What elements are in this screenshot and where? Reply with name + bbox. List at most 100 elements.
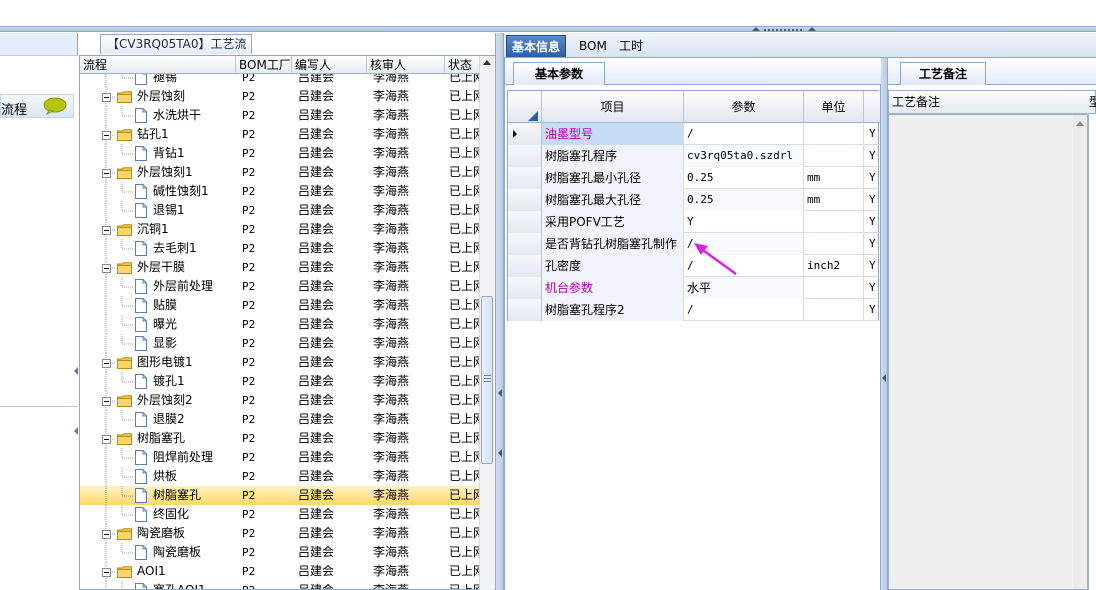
tree-row[interactable]: 树脂塞孔 P2 吕建会 李海燕 已上网 — [80, 486, 480, 505]
tree-row[interactable]: 阻焊前处理 P2 吕建会 李海燕 已上网 — [80, 448, 480, 467]
collapse-minus-icon[interactable] — [102, 169, 111, 178]
tree-row[interactable]: 曝光 P2 吕建会 李海燕 已上网 — [80, 315, 480, 334]
folder-icon — [117, 433, 132, 445]
col-header-unit[interactable]: 单位 — [804, 91, 864, 123]
collapse-minus-icon[interactable] — [102, 435, 111, 444]
tree-row[interactable]: 外层蚀刻 P2 吕建会 李海燕 已上网 — [80, 87, 480, 106]
collapse-minus-icon[interactable] — [102, 568, 111, 577]
tree-row[interactable]: 烘板 P2 吕建会 李海燕 已上网 — [80, 467, 480, 486]
row-header[interactable] — [508, 233, 542, 255]
cell-value[interactable]: Y — [684, 211, 804, 233]
right-splitter[interactable] — [881, 58, 888, 590]
scroll-thumb[interactable] — [481, 296, 493, 464]
param-row[interactable]: 树脂塞孔程序 cv3rq05ta0.szdrl Y — [508, 145, 880, 167]
select-all-icon[interactable] — [528, 111, 538, 121]
top-splitter[interactable] — [0, 26, 1096, 32]
tree-row[interactable]: 终固化 P2 吕建会 李海燕 已上网 — [80, 505, 480, 524]
col-header-writer[interactable]: 编写人 — [292, 56, 367, 74]
tree-row[interactable]: 沉铜1 P2 吕建会 李海燕 已上网 — [80, 220, 480, 239]
tree-row[interactable]: 钻孔1 P2 吕建会 李海燕 已上网 — [80, 125, 480, 144]
cell-value[interactable]: 水平 — [684, 277, 804, 299]
nav-item-process[interactable]: 流程 — [0, 94, 74, 118]
notes-scrollbar[interactable] — [1073, 115, 1087, 589]
col-header-status[interactable]: 状态 — [445, 56, 480, 74]
row-header[interactable] — [508, 299, 542, 321]
collapse-up-icon[interactable] — [752, 27, 760, 31]
tab-basic-info[interactable]: 基本信息 — [506, 35, 567, 57]
tree-row[interactable]: 陶瓷磨板 P2 吕建会 李海燕 已上网 — [80, 524, 480, 543]
row-header[interactable] — [508, 167, 542, 189]
tab-work-hours[interactable]: 工时 — [614, 35, 648, 57]
tree-row[interactable]: 去毛刺1 P2 吕建会 李海燕 已上网 — [80, 239, 480, 258]
tree-row[interactable]: 退锡1 P2 吕建会 李海燕 已上网 — [80, 201, 480, 220]
collapse-left-icon[interactable] — [498, 449, 502, 457]
col-header-process[interactable]: 流程 — [80, 56, 236, 74]
cell-value[interactable]: cv3rq05ta0.szdrl — [684, 145, 804, 167]
param-row[interactable]: 油墨型号 / Y — [508, 123, 880, 145]
cell-value[interactable]: / — [684, 299, 804, 321]
param-row[interactable]: 树脂塞孔最大孔径 0.25 mm Y — [508, 189, 880, 211]
collapse-left-icon[interactable] — [882, 374, 886, 382]
col-header-item[interactable]: 项目 — [542, 91, 684, 123]
tree-row[interactable]: 外层前处理 P2 吕建会 李海燕 已上网 — [80, 277, 480, 296]
tree-row[interactable]: 退膜2 P2 吕建会 李海燕 已上网 — [80, 410, 480, 429]
tab-basic-params[interactable]: 基本参数 — [513, 62, 605, 85]
collapse-minus-icon[interactable] — [102, 397, 111, 406]
collapse-left-icon[interactable] — [74, 427, 78, 435]
tree-node: 贴膜 — [80, 296, 236, 315]
collapse-left-icon[interactable] — [74, 367, 78, 375]
basic-params-panel: 基本参数 项目 参数 单位 油墨型号 / Y 树脂塞孔程序 cv3rq05ta0.szd… — [504, 58, 882, 590]
tree-row[interactable]: 外层干膜 P2 吕建会 李海燕 已上网 — [80, 258, 480, 277]
row-header[interactable] — [508, 255, 542, 277]
scroll-up-icon[interactable] — [1076, 121, 1084, 126]
notes-textarea[interactable] — [888, 114, 1088, 590]
tree-row[interactable]: 图形电镀1 P2 吕建会 李海燕 已上网 — [80, 353, 480, 372]
collapse-up-icon[interactable] — [808, 27, 816, 31]
collapse-minus-icon[interactable] — [102, 226, 111, 235]
col-header-value[interactable]: 参数 — [684, 91, 804, 123]
tree-row[interactable]: 镀孔1 P2 吕建会 李海燕 已上网 — [80, 372, 480, 391]
param-row[interactable]: 采用POFV工艺 Y Y — [508, 211, 880, 233]
cell-reviewer: 李海燕 — [373, 165, 410, 179]
row-header[interactable] — [508, 123, 542, 145]
cell-unit — [804, 233, 864, 255]
tree-connector-icon — [105, 543, 134, 562]
collapse-minus-icon[interactable] — [102, 359, 111, 368]
collapse-minus-icon[interactable] — [102, 530, 111, 539]
tree-row[interactable]: 外层蚀刻1 P2 吕建会 李海燕 已上网 — [80, 163, 480, 182]
row-header[interactable] — [508, 145, 542, 167]
tree-row[interactable]: AOI1 P2 吕建会 李海燕 已上网 — [80, 562, 480, 581]
tree-row[interactable]: 陶瓷磨板 P2 吕建会 李海燕 已上网 — [80, 543, 480, 562]
tree-row[interactable]: 显影 P2 吕建会 李海燕 已上网 — [80, 334, 480, 353]
collapse-minus-icon[interactable] — [102, 131, 111, 140]
process-flow-tab[interactable]: 【CV3RQ05TA0】工艺流程 — [100, 34, 252, 69]
tree-scrollbar[interactable] — [479, 56, 494, 590]
row-header[interactable] — [508, 189, 542, 211]
tree-row[interactable]: 贴膜 P2 吕建会 李海燕 已上网 — [80, 296, 480, 315]
scroll-up-icon[interactable] — [483, 60, 491, 65]
tree-row[interactable]: 碱性蚀刻1 P2 吕建会 李海燕 已上网 — [80, 182, 480, 201]
tree-row[interactable]: 塞孔AOI1 P2 吕建会 李海燕 已上网 — [80, 581, 480, 589]
tree-row[interactable]: 褪锡 P2 吕建会 李海燕 已上网 — [80, 74, 480, 87]
cell-value[interactable]: 0.25 — [684, 167, 804, 189]
row-header[interactable] — [508, 211, 542, 233]
tab-bom[interactable]: BOM — [574, 35, 612, 57]
param-row[interactable]: 树脂塞孔最小孔径 0.25 mm Y — [508, 167, 880, 189]
col-header-reviewer[interactable]: 核审人 — [367, 56, 445, 74]
tree-row[interactable]: 外层蚀刻2 P2 吕建会 李海燕 已上网 — [80, 391, 480, 410]
param-row[interactable]: 树脂塞孔程序2/ Y — [508, 299, 880, 321]
col-header-bom-factory[interactable]: BOM工厂 — [236, 56, 292, 74]
tab-process-notes[interactable]: 工艺备注 — [900, 62, 986, 85]
cell-value[interactable]: / — [684, 123, 804, 145]
middle-splitter[interactable] — [495, 33, 504, 590]
collapse-left-icon[interactable] — [498, 389, 502, 397]
tree-node-label: 图形电镀1 — [137, 355, 193, 369]
collapse-minus-icon[interactable] — [102, 93, 111, 102]
tree-row[interactable]: 树脂塞孔 P2 吕建会 李海燕 已上网 — [80, 429, 480, 448]
collapse-minus-icon[interactable] — [102, 264, 111, 273]
param-row[interactable]: 机台参数 水平 Y — [508, 277, 880, 299]
row-header[interactable] — [508, 277, 542, 299]
tree-row[interactable]: 水洗烘干 P2 吕建会 李海燕 已上网 — [80, 106, 480, 125]
tree-row[interactable]: 背钻1 P2 吕建会 李海燕 已上网 — [80, 144, 480, 163]
cell-value[interactable]: 0.25 — [684, 189, 804, 211]
